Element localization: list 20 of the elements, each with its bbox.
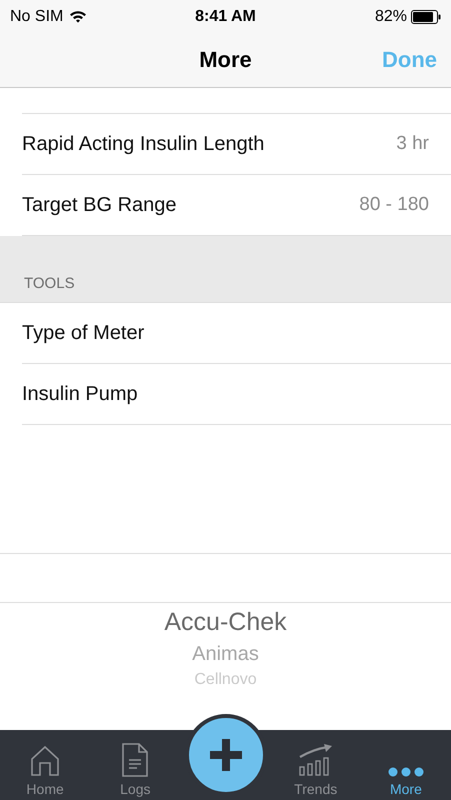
- settings-row[interactable]: Insulin Pump: [22, 364, 451, 425]
- home-icon: [30, 745, 60, 777]
- tab-item[interactable]: Trends: [270, 730, 361, 800]
- settings-row[interactable]: Rapid Acting Insulin Length 3 hr: [22, 114, 451, 175]
- tab-item[interactable]: Home: [0, 730, 90, 800]
- carrier-label: No SIM: [10, 8, 64, 26]
- status-time: 8:41 AM: [195, 8, 256, 26]
- plus-icon: [208, 737, 244, 773]
- chart-icon: [298, 743, 334, 777]
- more-icon: [388, 767, 424, 777]
- document-icon: [122, 743, 148, 777]
- battery-percent: 82%: [374, 8, 407, 26]
- section-header: TOOLS: [24, 275, 75, 292]
- picker-option[interactable]: Accu-Chek: [164, 609, 287, 636]
- battery-icon: [410, 10, 441, 24]
- tab-item[interactable]: Logs: [90, 730, 180, 800]
- settings-row[interactable]: Type of Meter: [22, 303, 451, 364]
- nav-title: More: [199, 47, 252, 73]
- tab-item[interactable]: More: [360, 730, 451, 800]
- wifi-icon: [69, 10, 88, 23]
